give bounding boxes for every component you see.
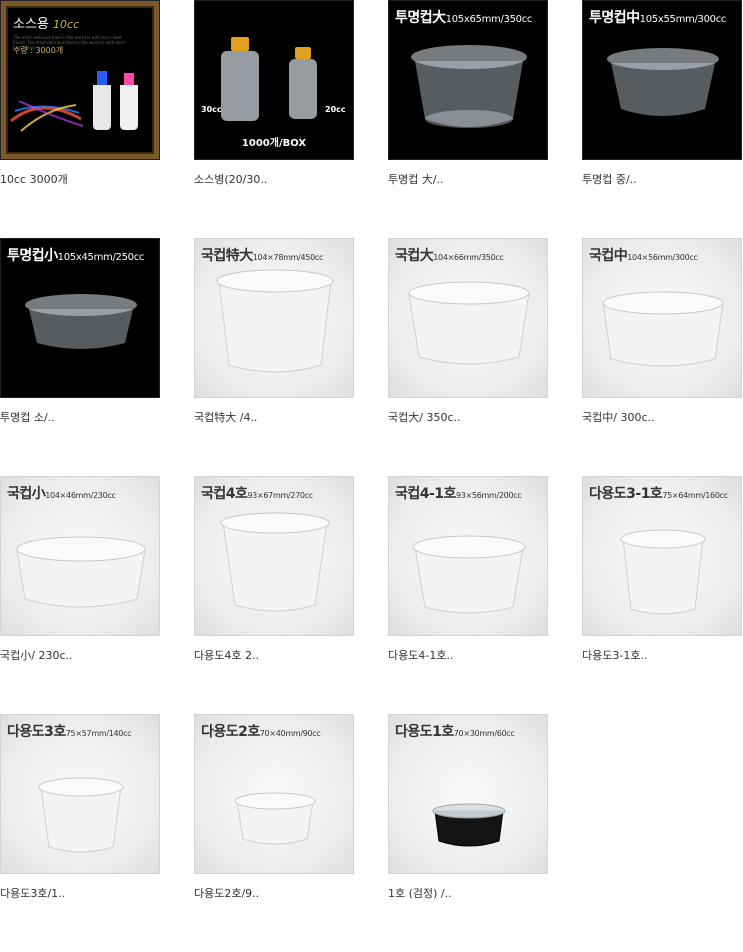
product-caption[interactable]: 투명컵 소/.. (0, 409, 55, 425)
cup-graphic (607, 48, 719, 116)
cup-graphic (16, 536, 146, 608)
product-caption[interactable]: 국컵大/ 350c.. (388, 409, 460, 425)
product-image[interactable]: 투명컵中105x55mm/300cc (582, 0, 742, 160)
product-caption[interactable]: 다용도3호/1.. (0, 885, 65, 901)
product-grid: 소스용 10cc The most delicious food in the … (0, 0, 743, 952)
product-item[interactable]: 30cc 20cc 1000개/BOX 소스병(20/30.. (194, 0, 356, 238)
product-item[interactable]: 소스용 10cc The most delicious food in the … (0, 0, 162, 238)
product-image[interactable]: 투명컵小105x45mm/250cc (0, 238, 160, 398)
product-image[interactable]: 국컵中104×56mm/300cc (582, 238, 742, 398)
product-item[interactable]: 투명컵小105x45mm/250cc 투명컵 소/.. (0, 238, 162, 476)
product-caption[interactable]: 소스병(20/30.. (194, 171, 267, 187)
product-caption[interactable]: 1호 (검정) /.. (388, 885, 452, 901)
product-item[interactable]: 국컵大104×66mm/350cc 국컵大/ 350c.. (388, 238, 550, 476)
product-caption[interactable]: 다용도2호/9.. (194, 885, 259, 901)
product-item[interactable]: 국컵4호93×67mm/270cc 다용도4호 2.. (194, 476, 356, 714)
cup-graphic (411, 45, 527, 128)
volume-label-right: 20cc (325, 105, 346, 114)
sauce-bottles-graphic (10, 71, 138, 132)
product-image[interactable]: 30cc 20cc 1000개/BOX (194, 0, 354, 160)
product-item[interactable]: 국컵中104×56mm/300cc 국컵中/ 300c.. (582, 238, 743, 476)
product-item[interactable]: 투명컵中105x55mm/300cc 투명컵 중/.. (582, 0, 743, 238)
cup-graphic (234, 792, 316, 845)
product-image[interactable]: 다용도2호70×40mm/90cc (194, 714, 354, 874)
product-caption[interactable]: 다용도3-1호.. (582, 647, 647, 663)
cup-graphic (432, 803, 506, 847)
product-item[interactable]: 다용도3호75×57mm/140cc 다용도3호/1.. (0, 714, 162, 952)
product-image[interactable]: 국컵大104×66mm/350cc (388, 238, 548, 398)
product-image[interactable]: 다용도3호75×57mm/140cc (0, 714, 160, 874)
cup-graphic (25, 294, 137, 349)
product-caption[interactable]: 국컵小/ 230c.. (0, 647, 72, 663)
product-image[interactable]: 다용도3-1호75×64mm/160cc (582, 476, 742, 636)
product-caption[interactable]: 투명컵 大/.. (388, 171, 444, 187)
product-item[interactable]: 다용도1호70×30mm/60cc 1호 (검정) /.. (388, 714, 550, 952)
volume-label-left: 30cc (201, 105, 222, 114)
product-item[interactable]: 국컵特大104×78mm/450cc 국컵特大 /4.. (194, 238, 356, 476)
product-item[interactable]: 다용도2호70×40mm/90cc 다용도2호/9.. (194, 714, 356, 952)
product-image[interactable]: 소스용 10cc The most delicious food in the … (0, 0, 160, 160)
product-image[interactable]: 국컵4호93×67mm/270cc (194, 476, 354, 636)
cup-graphic (408, 281, 530, 365)
product-item[interactable]: 투명컵大105x65mm/350cc 투명컵 大/.. (388, 0, 550, 238)
product-caption[interactable]: 국컵特大 /4.. (194, 409, 257, 425)
product-item[interactable]: 국컵小104×46mm/230cc 국컵小/ 230c.. (0, 476, 162, 714)
cup-graphic (38, 777, 124, 853)
cup-graphic (620, 529, 706, 615)
product-caption[interactable]: 10cc 3000개 (0, 171, 68, 187)
product-image[interactable]: 국컵小104×46mm/230cc (0, 476, 160, 636)
box-label: 1000개/BOX (241, 138, 307, 149)
product-image[interactable]: 투명컵大105x65mm/350cc (388, 0, 548, 160)
cup-graphic (412, 535, 526, 614)
product-caption[interactable]: 다용도4-1호.. (388, 647, 453, 663)
cup-graphic (216, 269, 334, 373)
product-item[interactable]: 다용도3-1호75×64mm/160cc 다용도3-1호.. (582, 476, 743, 714)
product-caption[interactable]: 투명컵 중/.. (582, 171, 637, 187)
product-image[interactable]: 국컵特大104×78mm/450cc (194, 238, 354, 398)
product-item[interactable]: 국컵4-1호93×56mm/200cc 다용도4-1호.. (388, 476, 550, 714)
cup-graphic (220, 512, 330, 612)
product-caption[interactable]: 다용도4호 2.. (194, 647, 259, 663)
product-caption[interactable]: 국컵中/ 300c.. (582, 409, 654, 425)
product-image[interactable]: 국컵4-1호93×56mm/200cc (388, 476, 548, 636)
cup-graphic (602, 291, 724, 367)
product-image[interactable]: 다용도1호70×30mm/60cc (388, 714, 548, 874)
